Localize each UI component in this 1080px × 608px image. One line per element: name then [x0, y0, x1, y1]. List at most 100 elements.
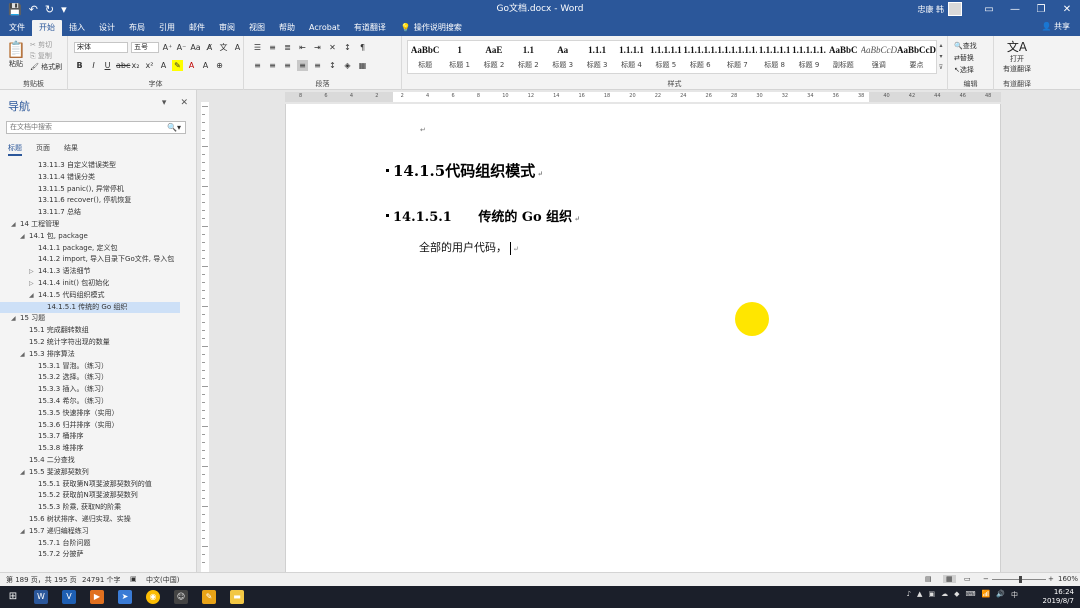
nav-tree-item[interactable]: 15.7.1 台阶问题 [0, 538, 197, 550]
font-size-select[interactable]: 五号 [131, 42, 159, 53]
undo-icon[interactable]: ↶ [29, 0, 38, 19]
nav-tree-item[interactable]: ◢ 15 习题 [0, 313, 197, 325]
collapse-arrow-icon[interactable]: ◢ [29, 290, 34, 302]
strikethrough-icon[interactable]: abc [116, 60, 130, 71]
change-case-icon[interactable]: Aa [190, 42, 201, 53]
clear-format-icon[interactable]: A̸ [204, 42, 215, 53]
app-icon[interactable]: ▶ [90, 590, 104, 604]
show-marks-icon[interactable]: ¶ [357, 42, 368, 53]
italic-icon[interactable]: I [88, 60, 99, 71]
style-item[interactable]: 1.1.1.1.1 标题 5 [649, 41, 683, 73]
nav-tree-item[interactable]: 15.3.1 冒泡。（练习） [0, 361, 197, 373]
heading-4[interactable]: 14.1.5.1 传统的 Go 组织 ↵ [393, 206, 580, 225]
tab-2[interactable]: 插入 [62, 20, 92, 36]
nav-options-icon[interactable]: ▾ [162, 98, 167, 108]
nav-tree-item[interactable]: 15.3.8 堆排序 [0, 443, 197, 455]
file-explorer-icon[interactable]: ▬ [230, 590, 244, 604]
find-button[interactable]: 🔍查找 [954, 40, 977, 52]
font-name-select[interactable]: 宋体 [74, 42, 128, 53]
nav-tree-item[interactable]: 15.5.3 阶乘, 获取N的阶乘 [0, 502, 197, 514]
bullets-icon[interactable]: ☰ [252, 42, 263, 53]
avatar[interactable] [948, 2, 962, 16]
chrome-icon[interactable]: ◉ [146, 590, 160, 604]
shrink-font-icon[interactable]: A⁻ [176, 42, 187, 53]
asian-layout-icon[interactable]: ✕ [327, 42, 338, 53]
body-paragraph[interactable]: 全部的用户代码， ↵ [419, 239, 519, 255]
paste-button[interactable]: 📋 粘贴 [6, 41, 26, 69]
user-account[interactable]: 忠康 韩 [917, 2, 962, 16]
nav-tree-item[interactable]: 15.2 统计字符出现的数量 [0, 337, 197, 349]
subscript-icon[interactable]: x₂ [130, 60, 141, 71]
restore-icon[interactable]: ❐ [1028, 0, 1054, 19]
tray-icon[interactable]: ♪ [907, 590, 911, 600]
nav-tree-item[interactable]: 13.11.5 panic(), 异常停机 [0, 184, 197, 196]
zoom-slider-thumb[interactable] [1019, 576, 1022, 583]
nav-tab-1[interactable]: 页面 [36, 143, 50, 156]
nav-tree-item[interactable]: ◢ 14 工程管理 [0, 219, 197, 231]
nav-tab-2[interactable]: 结果 [64, 143, 78, 156]
wifi-icon[interactable]: 📶 [982, 590, 991, 600]
collapse-arrow-icon[interactable]: ◢ [11, 219, 16, 231]
nav-tree-item[interactable]: 15.6 树状排序、递归实现、实操 [0, 514, 197, 526]
style-item[interactable]: 1 标题 1 [442, 41, 476, 73]
style-item[interactable]: Aa 标题 3 [546, 41, 580, 73]
vertical-ruler[interactable] [199, 90, 211, 572]
tab-6[interactable]: 邮件 [182, 20, 212, 36]
tray-icon[interactable]: ▣ [928, 590, 935, 600]
save-icon[interactable]: 💾 [8, 0, 22, 19]
borders-icon[interactable]: ▦ [357, 60, 368, 71]
tray-icon[interactable]: ⌨ [965, 590, 975, 600]
nav-tree-item[interactable]: ▷ 14.1.3 语法细节 [0, 266, 197, 278]
style-item[interactable]: 1.1.1.1 标题 4 [614, 41, 648, 73]
line-spacing-icon[interactable]: ↕ [327, 60, 338, 71]
nav-tree-item[interactable]: 15.3.6 归并排序（实用） [0, 420, 197, 432]
zoom-level[interactable]: 160% [1058, 575, 1078, 583]
nav-tree-item[interactable]: 13.11.4 错误分类 [0, 172, 197, 184]
expand-arrow-icon[interactable]: ▷ [29, 266, 34, 278]
cut-button[interactable]: ✂ 剪切 [30, 40, 62, 51]
redo-icon[interactable]: ↻ [45, 0, 54, 19]
ribbon-display-icon[interactable]: ▭ [976, 0, 1002, 19]
tray-icon[interactable]: 中 [1011, 590, 1018, 600]
expand-arrow-icon[interactable]: ▷ [29, 278, 34, 290]
nav-tree-item[interactable]: 15.3.2 选择。（练习） [0, 372, 197, 384]
nav-tree-item[interactable]: 14.1.2 import, 导入目录下Go文件, 导入包 [0, 254, 197, 266]
tab-5[interactable]: 引用 [152, 20, 182, 36]
collapse-arrow-icon[interactable]: ◢ [20, 526, 25, 538]
style-item[interactable]: AaE 标题 2 [477, 41, 511, 73]
collapse-arrow-icon[interactable]: ◢ [20, 349, 25, 361]
collapse-arrow-icon[interactable]: ◢ [11, 313, 16, 325]
bold-icon[interactable]: B [74, 60, 85, 71]
tab-8[interactable]: 视图 [242, 20, 272, 36]
nav-tree-item[interactable]: 14.1.1 package, 定义包 [0, 243, 197, 255]
shading-icon[interactable]: ◈ [342, 60, 353, 71]
increase-indent-icon[interactable]: ⇥ [312, 42, 323, 53]
grow-font-icon[interactable]: A⁺ [162, 42, 173, 53]
horizontal-ruler[interactable]: 8 6 4 2 2 4 6 8 10 12 14 16 18 20 22 24 26 28 30 32 34 36 38 40… [285, 92, 1001, 102]
justify-icon[interactable]: ≡ [297, 60, 308, 71]
tab-11[interactable]: 有道翻译 [347, 20, 393, 36]
search-icon[interactable]: 🔍▾ [167, 122, 181, 133]
tell-me-search[interactable]: 💡 操作说明搜索 [401, 20, 462, 36]
tab-3[interactable]: 设计 [92, 20, 122, 36]
style-item[interactable]: 1.1.1 标题 3 [580, 41, 614, 73]
nav-tree-item[interactable]: ◢ 14.1 包, package [0, 231, 197, 243]
align-right-icon[interactable]: ≡ [282, 60, 293, 71]
style-item[interactable]: AaBbC 副标题 [826, 41, 860, 73]
tab-9[interactable]: 帮助 [272, 20, 302, 36]
nav-tree-item[interactable]: 15.7.2 分披萨 [0, 549, 197, 561]
nav-tree-item[interactable]: 14.1.5.1 传统的 Go 组织 [0, 301, 180, 314]
nav-tree-item[interactable]: 15.1 完成翻转数组 [0, 325, 197, 337]
tray-icon[interactable]: ◆ [954, 590, 959, 600]
align-center-icon[interactable]: ≡ [267, 60, 278, 71]
char-border-icon[interactable]: A [232, 42, 243, 53]
format-painter-button[interactable]: 🖌 格式刷 [30, 62, 62, 73]
nav-tree-item[interactable]: 15.3.4 希尔。（练习） [0, 396, 197, 408]
word-app-icon[interactable]: W [34, 590, 48, 604]
tab-1[interactable]: 开始 [32, 20, 62, 36]
clock[interactable]: 16:24 2019/8/7 [1043, 588, 1074, 606]
document-page[interactable]: ↵ 14.1.5代码组织模式 ↵ 14.1.5.1 传统的 Go 组织 ↵ 全部的用… [285, 104, 1001, 572]
language[interactable]: 中文(中国) [146, 575, 179, 585]
nav-tree-item[interactable]: ◢ 15.7 递归编程练习 [0, 526, 197, 538]
nav-tree-item[interactable]: ◢ 14.1.5 代码组织模式 [0, 290, 197, 302]
